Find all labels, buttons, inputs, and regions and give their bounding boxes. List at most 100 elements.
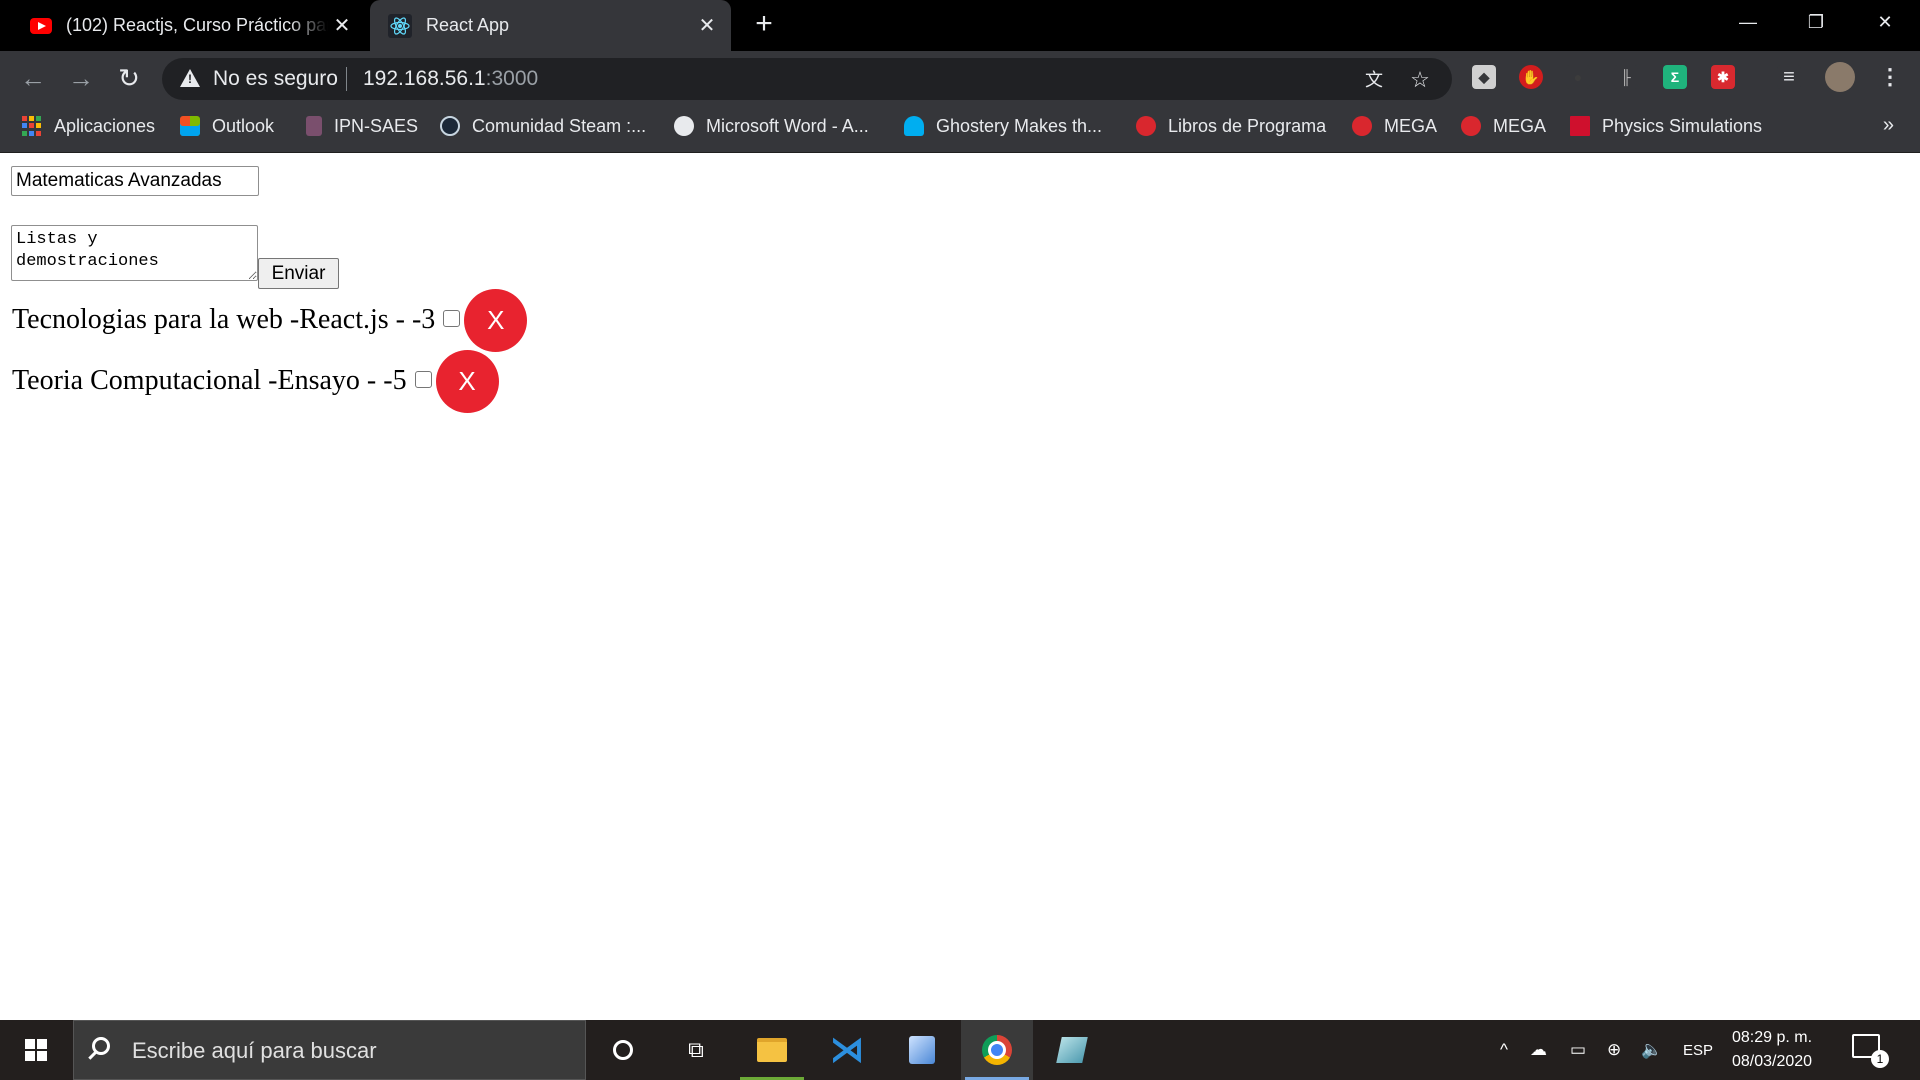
security-label[interactable]: No es seguro xyxy=(213,67,338,91)
bookmark-mega[interactable]: MEGA xyxy=(1352,106,1437,146)
bookmark-ghostery[interactable]: Ghostery Makes th... xyxy=(904,106,1102,146)
bookmarks-overflow-button[interactable]: » xyxy=(1883,114,1894,137)
mega-icon xyxy=(1136,116,1156,136)
start-button[interactable] xyxy=(0,1020,72,1080)
bookmark-label: MEGA xyxy=(1493,115,1547,136)
bookmark-outlook[interactable]: Outlook xyxy=(180,106,274,146)
warning-icon xyxy=(180,69,200,87)
browser-titlebar: (102) Reactjs, Curso Práctico para Princ… xyxy=(0,0,1920,51)
new-tab-button[interactable]: + xyxy=(748,8,780,40)
apps-grid-icon xyxy=(22,116,42,136)
puzzle-extension-icon[interactable]: ✱ xyxy=(1711,65,1735,89)
cube-extension-icon[interactable]: ◆ xyxy=(1472,65,1496,89)
globe-icon xyxy=(674,116,694,136)
reload-icon[interactable]: ↻ xyxy=(112,61,146,95)
url-text[interactable]: 192.168.56.1:3000 xyxy=(363,67,538,91)
vscode-icon: ⋊ xyxy=(830,1031,864,1069)
task-view-icon: ⧉ xyxy=(688,1037,704,1062)
close-tab-icon[interactable]: ✕ xyxy=(693,13,721,38)
notes-app[interactable] xyxy=(1036,1020,1108,1080)
bookmarks-bar: Aplicaciones Outlook IPN-SAES Comunidad … xyxy=(0,106,1920,153)
volume-icon[interactable]: 🔈 xyxy=(1641,1020,1662,1080)
taskbar-clock[interactable]: 08:29 p. m. 08/03/2020 xyxy=(1722,1026,1822,1074)
search-placeholder: Escribe aquí para buscar xyxy=(132,1038,377,1063)
mega-icon xyxy=(1352,116,1372,136)
bookmark-label: MEGA xyxy=(1384,115,1438,136)
tab-youtube[interactable]: (102) Reactjs, Curso Práctico para Princ… xyxy=(18,0,366,51)
cortana-button[interactable] xyxy=(587,1020,659,1080)
restore-button[interactable]: ❐ xyxy=(1788,0,1844,44)
windows-logo-icon xyxy=(25,1039,47,1061)
bookmark-mega[interactable]: MEGA xyxy=(1461,106,1546,146)
delete-task-button[interactable]: X xyxy=(464,288,528,352)
windows-taskbar: Escribe aquí para buscar ⧉ ⋊ ^ ☁ ▭ ⊕ 🔈 E… xyxy=(0,1020,1920,1080)
bookmark-ipn-saes[interactable]: IPN-SAES xyxy=(306,106,418,146)
minimize-button[interactable]: — xyxy=(1720,0,1776,44)
clock-time: 08:29 p. m. xyxy=(1731,1029,1813,1046)
task-item: Tecnologias para la web -React.js - -3 X xyxy=(12,288,528,352)
bookmark-steam[interactable]: Comunidad Steam :... xyxy=(440,106,646,146)
star-icon[interactable]: ☆ xyxy=(1408,68,1432,92)
task-checkbox[interactable] xyxy=(414,370,432,388)
virtualbox-app[interactable] xyxy=(886,1020,958,1080)
tab-title: (102) Reactjs, Curso Práctico para Princ… xyxy=(66,15,328,35)
taskbar-search[interactable]: Escribe aquí para buscar xyxy=(73,1020,586,1080)
chrome-icon xyxy=(982,1035,1012,1065)
tray-overflow-icon[interactable]: ^ xyxy=(1500,1020,1508,1080)
translate-icon[interactable]: 文 xyxy=(1362,68,1386,92)
bookmark-label: Outlook xyxy=(212,115,275,136)
task-text: Tecnologias para la web -React.js - -3 xyxy=(12,304,436,335)
submit-button[interactable]: Enviar xyxy=(258,258,339,289)
clock-date: 08/03/2020 xyxy=(1731,1053,1813,1070)
description-textarea[interactable]: Listas y demostraciones xyxy=(11,225,258,281)
hidden-extension-icon[interactable]: ● xyxy=(1566,65,1590,89)
adblock-icon[interactable]: ✋ xyxy=(1519,65,1543,89)
media-control-icon[interactable]: ≡ xyxy=(1777,65,1801,89)
notification-badge: 1 xyxy=(1871,1050,1889,1068)
bars-extension-icon[interactable]: ╟ xyxy=(1614,65,1638,89)
microsoft-icon xyxy=(180,116,200,136)
menu-dots-icon[interactable]: ⋮ xyxy=(1878,65,1902,89)
physics-icon xyxy=(1570,116,1590,136)
cortana-icon xyxy=(613,1040,633,1060)
youtube-icon xyxy=(30,17,52,34)
bookmark-label: Ghostery Makes th... xyxy=(936,115,1103,136)
bookmark-aplicaciones[interactable]: Aplicaciones xyxy=(22,106,155,146)
chrome-app[interactable] xyxy=(961,1020,1033,1080)
address-bar[interactable]: No es seguro 192.168.56.1:3000 文 ☆ xyxy=(162,58,1452,100)
bookmark-label: Physics Simulations xyxy=(1602,115,1763,136)
vscode-app[interactable]: ⋊ xyxy=(811,1020,883,1080)
bookmark-label: IPN-SAES xyxy=(334,115,419,136)
battery-icon[interactable]: ▭ xyxy=(1570,1020,1586,1080)
page-content: Listas y demostraciones Enviar Tecnologi… xyxy=(0,153,1920,1020)
task-text: Teoria Computacional -Ensayo - -5 xyxy=(12,365,407,396)
close-tab-icon[interactable]: ✕ xyxy=(328,13,356,38)
search-icon xyxy=(92,1037,110,1055)
onedrive-icon[interactable]: ☁ xyxy=(1530,1020,1547,1080)
task-item: Teoria Computacional -Ensayo - -5 X xyxy=(12,349,499,413)
url-host: 192.168.56.1 xyxy=(363,67,486,90)
window-close-button[interactable]: ✕ xyxy=(1857,0,1913,44)
file-explorer-app[interactable] xyxy=(736,1020,808,1080)
task-checkbox[interactable] xyxy=(443,309,461,327)
bookmark-libros[interactable]: Libros de Programa xyxy=(1136,106,1326,146)
forward-arrow-icon[interactable]: → xyxy=(64,61,98,95)
ipn-icon xyxy=(306,116,322,136)
url-port: :3000 xyxy=(485,67,539,90)
task-view-button[interactable]: ⧉ xyxy=(660,1020,732,1080)
delete-task-button[interactable]: X xyxy=(435,349,499,413)
bookmark-label: Aplicaciones xyxy=(54,115,156,136)
avatar[interactable] xyxy=(1825,62,1855,92)
bookmark-word[interactable]: Microsoft Word - A... xyxy=(674,106,869,146)
language-indicator[interactable]: ESP xyxy=(1683,1020,1713,1080)
title-input[interactable] xyxy=(11,166,259,196)
notes-icon xyxy=(1056,1037,1088,1063)
bookmark-label: Microsoft Word - A... xyxy=(706,115,869,136)
network-icon[interactable]: ⊕ xyxy=(1607,1020,1621,1080)
back-arrow-icon[interactable]: ← xyxy=(16,61,50,95)
sigma-extension-icon[interactable]: Σ xyxy=(1663,65,1687,89)
bookmark-physics[interactable]: Physics Simulations xyxy=(1570,106,1762,146)
mega-icon xyxy=(1461,116,1481,136)
ghost-icon xyxy=(904,116,924,136)
tab-react-app[interactable]: React App ✕ xyxy=(370,0,731,51)
